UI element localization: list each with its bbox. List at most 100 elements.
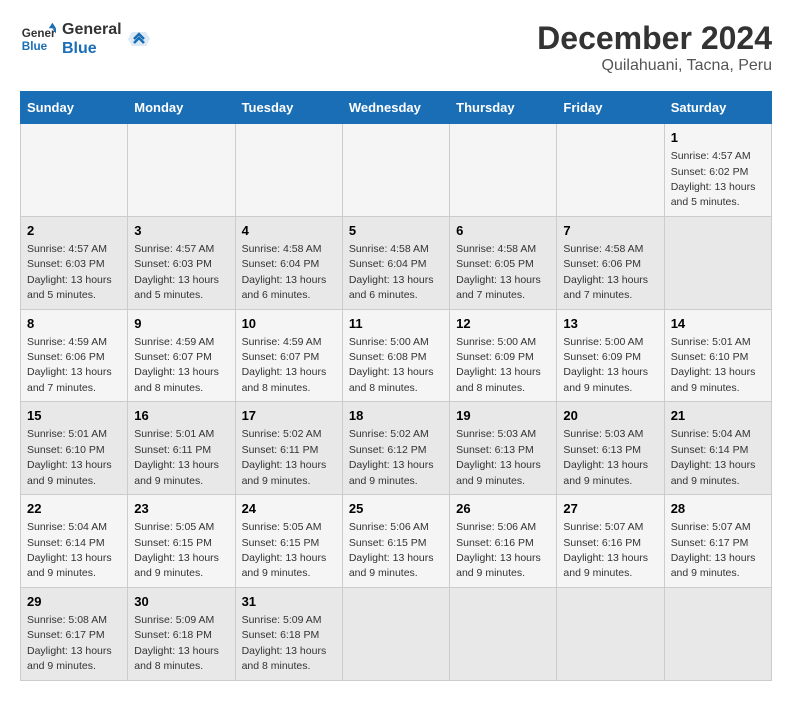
day-number: 3 <box>134 222 228 240</box>
day-number: 29 <box>27 593 121 611</box>
calendar-cell-empty <box>342 124 449 217</box>
calendar-cell: 17 Sunrise: 5:02 AMSunset: 6:11 PMDayligh… <box>235 402 342 495</box>
day-number: 12 <box>456 315 550 333</box>
day-info: Sunrise: 4:59 AMSunset: 6:07 PMDaylight:… <box>134 336 219 394</box>
day-number: 1 <box>671 129 765 147</box>
day-number: 30 <box>134 593 228 611</box>
calendar-week-row: 1 Sunrise: 4:57 AMSunset: 6:02 PMDaylight… <box>21 124 772 217</box>
day-info: Sunrise: 5:06 AMSunset: 6:15 PMDaylight:… <box>349 521 434 579</box>
day-number: 21 <box>671 407 765 425</box>
day-info: Sunrise: 5:00 AMSunset: 6:09 PMDaylight:… <box>456 336 541 394</box>
calendar-cell <box>450 587 557 680</box>
day-info: Sunrise: 5:07 AMSunset: 6:17 PMDaylight:… <box>671 521 756 579</box>
calendar-cell-empty <box>450 124 557 217</box>
day-info: Sunrise: 5:02 AMSunset: 6:12 PMDaylight:… <box>349 428 434 486</box>
calendar-cell: 10Sunrise: 4:59 AMSunset: 6:07 PMDayligh… <box>235 309 342 402</box>
logo-arrow-icon <box>128 28 150 50</box>
header-monday: Monday <box>128 92 235 124</box>
calendar-cell: 16 Sunrise: 5:01 AMSunset: 6:11 PMDayligh… <box>128 402 235 495</box>
calendar-cell: 29 Sunrise: 5:08 AMSunset: 6:17 PMDayligh… <box>21 587 128 680</box>
logo: General Blue General Blue <box>20 20 150 58</box>
day-info: Sunrise: 5:04 AMSunset: 6:14 PMDaylight:… <box>27 521 112 579</box>
calendar-cell <box>342 587 449 680</box>
page-title: December 2024 <box>537 20 772 57</box>
calendar-week-row: 2Sunrise: 4:57 AMSunset: 6:03 PMDaylight… <box>21 216 772 309</box>
calendar-cell: 18 Sunrise: 5:02 AMSunset: 6:12 PMDayligh… <box>342 402 449 495</box>
calendar-week-row: 29 Sunrise: 5:08 AMSunset: 6:17 PMDayligh… <box>21 587 772 680</box>
day-info: Sunrise: 5:05 AMSunset: 6:15 PMDaylight:… <box>134 521 219 579</box>
day-info: Sunrise: 5:00 AMSunset: 6:09 PMDaylight:… <box>563 336 648 394</box>
day-info: Sunrise: 5:01 AMSunset: 6:11 PMDaylight:… <box>134 428 219 486</box>
day-info: Sunrise: 4:57 AMSunset: 6:02 PMDaylight:… <box>671 150 756 208</box>
day-number: 6 <box>456 222 550 240</box>
day-info: Sunrise: 5:07 AMSunset: 6:16 PMDaylight:… <box>563 521 648 579</box>
day-number: 18 <box>349 407 443 425</box>
day-info: Sunrise: 4:58 AMSunset: 6:04 PMDaylight:… <box>349 243 434 301</box>
day-number: 17 <box>242 407 336 425</box>
day-info: Sunrise: 5:08 AMSunset: 6:17 PMDaylight:… <box>27 614 112 672</box>
day-number: 22 <box>27 500 121 518</box>
calendar-cell: 11Sunrise: 5:00 AMSunset: 6:08 PMDayligh… <box>342 309 449 402</box>
calendar-cell: 26Sunrise: 5:06 AMSunset: 6:16 PMDayligh… <box>450 495 557 588</box>
calendar-header-row: SundayMondayTuesdayWednesdayThursdayFrid… <box>21 92 772 124</box>
day-number: 8 <box>27 315 121 333</box>
day-number: 20 <box>563 407 657 425</box>
day-info: Sunrise: 5:00 AMSunset: 6:08 PMDaylight:… <box>349 336 434 394</box>
calendar-cell: 1 Sunrise: 4:57 AMSunset: 6:02 PMDaylight… <box>664 124 771 217</box>
day-number: 16 <box>134 407 228 425</box>
day-number: 19 <box>456 407 550 425</box>
calendar-cell: 21 Sunrise: 5:04 AMSunset: 6:14 PMDayligh… <box>664 402 771 495</box>
day-number: 27 <box>563 500 657 518</box>
calendar-cell: 14 Sunrise: 5:01 AMSunset: 6:10 PMDayligh… <box>664 309 771 402</box>
calendar-cell-empty <box>21 124 128 217</box>
day-number: 5 <box>349 222 443 240</box>
day-number: 14 <box>671 315 765 333</box>
day-number: 28 <box>671 500 765 518</box>
calendar-cell: 25Sunrise: 5:06 AMSunset: 6:15 PMDayligh… <box>342 495 449 588</box>
calendar-cell: 12 Sunrise: 5:00 AMSunset: 6:09 PMDayligh… <box>450 309 557 402</box>
calendar-cell: 3 Sunrise: 4:57 AMSunset: 6:03 PMDaylight… <box>128 216 235 309</box>
calendar-cell: 13 Sunrise: 5:00 AMSunset: 6:09 PMDayligh… <box>557 309 664 402</box>
day-info: Sunrise: 5:09 AMSunset: 6:18 PMDaylight:… <box>242 614 327 672</box>
page-header: General Blue General Blue December 2024 … <box>20 20 772 75</box>
day-info: Sunrise: 5:03 AMSunset: 6:13 PMDaylight:… <box>456 428 541 486</box>
calendar-cell: 23Sunrise: 5:05 AMSunset: 6:15 PMDayligh… <box>128 495 235 588</box>
calendar-cell: 30Sunrise: 5:09 AMSunset: 6:18 PMDayligh… <box>128 587 235 680</box>
day-info: Sunrise: 5:01 AMSunset: 6:10 PMDaylight:… <box>27 428 112 486</box>
calendar-cell: 6 Sunrise: 4:58 AMSunset: 6:05 PMDaylight… <box>450 216 557 309</box>
day-number: 31 <box>242 593 336 611</box>
page-subtitle: Quilahuani, Tacna, Peru <box>537 57 772 75</box>
calendar-cell: 7Sunrise: 4:58 AMSunset: 6:06 PMDaylight… <box>557 216 664 309</box>
title-block: December 2024 Quilahuani, Tacna, Peru <box>537 20 772 75</box>
day-info: Sunrise: 5:02 AMSunset: 6:11 PMDaylight:… <box>242 428 327 486</box>
day-number: 9 <box>134 315 228 333</box>
calendar-cell <box>664 216 771 309</box>
day-info: Sunrise: 5:04 AMSunset: 6:14 PMDaylight:… <box>671 428 756 486</box>
header-saturday: Saturday <box>664 92 771 124</box>
day-info: Sunrise: 4:58 AMSunset: 6:05 PMDaylight:… <box>456 243 541 301</box>
header-thursday: Thursday <box>450 92 557 124</box>
day-info: Sunrise: 5:01 AMSunset: 6:10 PMDaylight:… <box>671 336 756 394</box>
calendar-cell <box>557 587 664 680</box>
day-info: Sunrise: 4:57 AMSunset: 6:03 PMDaylight:… <box>134 243 219 301</box>
calendar-cell: 4Sunrise: 4:58 AMSunset: 6:04 PMDaylight… <box>235 216 342 309</box>
calendar-cell-empty <box>235 124 342 217</box>
logo-general: General <box>62 20 122 39</box>
calendar-cell: 24Sunrise: 5:05 AMSunset: 6:15 PMDayligh… <box>235 495 342 588</box>
calendar-cell: 31 Sunrise: 5:09 AMSunset: 6:18 PMDayligh… <box>235 587 342 680</box>
day-number: 4 <box>242 222 336 240</box>
day-number: 13 <box>563 315 657 333</box>
calendar-cell: 28 Sunrise: 5:07 AMSunset: 6:17 PMDayligh… <box>664 495 771 588</box>
calendar-cell-empty <box>128 124 235 217</box>
calendar-cell: 15Sunrise: 5:01 AMSunset: 6:10 PMDayligh… <box>21 402 128 495</box>
day-number: 7 <box>563 222 657 240</box>
svg-text:General: General <box>22 27 56 40</box>
calendar-cell <box>664 587 771 680</box>
calendar-week-row: 22 Sunrise: 5:04 AMSunset: 6:14 PMDayligh… <box>21 495 772 588</box>
logo-icon: General Blue <box>20 21 56 57</box>
calendar-cell-empty <box>557 124 664 217</box>
day-number: 26 <box>456 500 550 518</box>
header-friday: Friday <box>557 92 664 124</box>
calendar-cell: 9 Sunrise: 4:59 AMSunset: 6:07 PMDaylight… <box>128 309 235 402</box>
calendar-table: SundayMondayTuesdayWednesdayThursdayFrid… <box>20 91 772 681</box>
